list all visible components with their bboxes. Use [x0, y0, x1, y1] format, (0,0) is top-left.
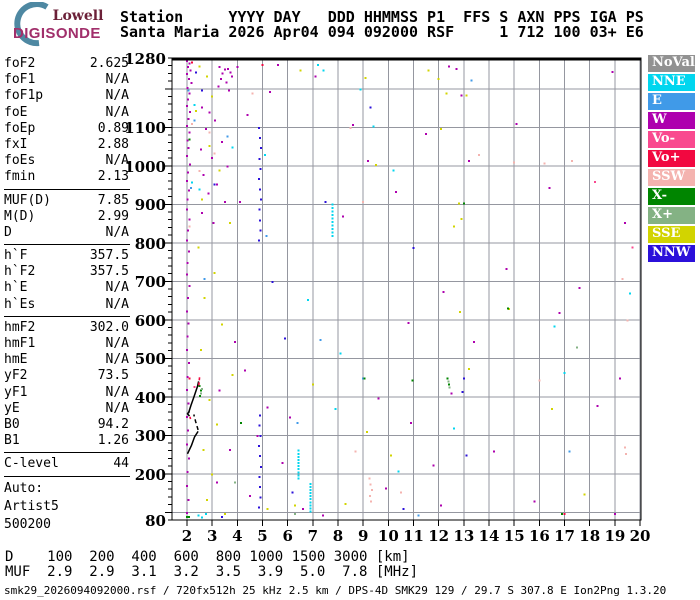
param-label: C-level: [4, 456, 59, 472]
logo-digisonde-text: DIGISONDE: [13, 25, 101, 42]
y-axis-label: 700: [134, 273, 166, 292]
param-row: B1 1.26: [4, 433, 129, 449]
param-label: foF1p: [4, 88, 44, 104]
y-axis-label: 900: [134, 196, 166, 215]
param-label: M(D): [4, 208, 36, 224]
y-axis-label: 500: [134, 350, 166, 369]
param-value: N/A: [105, 296, 129, 312]
param-separator: [4, 315, 130, 317]
param-label: foE: [4, 104, 28, 120]
param-row: foF1p N/A: [4, 88, 129, 104]
param-row: M(D) 2.99: [4, 209, 129, 225]
param-row: fmin 2.13: [4, 169, 129, 185]
param-row: foF1 N/A: [4, 72, 129, 88]
y-axis-label: 1280: [124, 50, 166, 68]
param-row: h`F 357.5: [4, 248, 129, 264]
param-row: h`F2 357.5: [4, 264, 129, 280]
param-row: hmF2 302.0: [4, 320, 129, 336]
echo-type-legend: NoVal NNE E W Vo- Vo+ SSW X- X+ SSE NNW: [648, 55, 695, 264]
param-label: h`F: [4, 248, 28, 264]
param-row: MUF(D) 7.85: [4, 193, 129, 209]
y-axis-label: 800: [134, 234, 166, 253]
param-label: h`Es: [4, 296, 36, 312]
y-axis-label: 400: [134, 388, 166, 407]
param-label: yE: [4, 400, 20, 416]
autoscaling-info-line: Artist5: [4, 498, 59, 514]
y-axis-label: 200: [134, 465, 166, 484]
param-row: yF1 N/A: [4, 385, 129, 401]
param-row: h`E N/A: [4, 280, 129, 296]
gridlines: [172, 58, 641, 520]
param-separator: [4, 452, 130, 454]
legend-item-x-: X-: [648, 188, 695, 205]
param-row: fxI 2.88: [4, 137, 129, 153]
param-row: D N/A: [4, 225, 129, 241]
header-line-2: Santa Maria 2026 Apr04 094 092000 RSF 1 …: [120, 23, 644, 41]
legend-item-ssw: SSW: [648, 169, 695, 186]
legend-item-nne: NNE: [648, 74, 695, 91]
param-label: yF1: [4, 384, 28, 400]
y-axis-label: 300: [134, 427, 166, 446]
param-row: hmF1 N/A: [4, 336, 129, 352]
y-axis-label: 1100: [124, 119, 166, 138]
param-value: 73.5: [97, 368, 129, 384]
param-separator: [4, 475, 130, 477]
legend-item-vo-: Vo-: [648, 131, 695, 148]
y-axis-label: 80: [145, 512, 166, 530]
muf-row: MUF 2.9 2.9 3.1 3.2 3.5 3.9 5.0 7.8 [MHz…: [5, 564, 419, 580]
param-label: yF2: [4, 368, 28, 384]
lowell-digisonde-logo: Lowell DIGISONDE: [4, 2, 118, 48]
param-label: h`F2: [4, 264, 36, 280]
param-row: h`Es N/A: [4, 297, 129, 313]
param-row: foF2 2.625: [4, 56, 129, 72]
param-row: yF2 73.5: [4, 368, 129, 384]
legend-item-vo+: Vo+: [648, 150, 695, 167]
distance-row: D 100 200 400 600 800 1000 1500 3000 [km…: [5, 549, 410, 565]
param-label: foEp: [4, 120, 36, 136]
param-label: D: [4, 224, 12, 240]
x-axis-label: 20: [629, 527, 651, 545]
param-separator: [4, 244, 130, 246]
y-axis-label: 1000: [124, 157, 166, 176]
autoscaling-info-line: 500200: [4, 516, 51, 532]
autoscaled-trace: [186, 376, 201, 455]
param-value: N/A: [105, 72, 129, 88]
param-label: foF2: [4, 56, 36, 71]
param-label: fmin: [4, 169, 36, 185]
param-label: fxI: [4, 136, 28, 152]
param-row: foEp 0.89: [4, 121, 129, 137]
param-label: hmF1: [4, 336, 36, 351]
param-label: B0: [4, 416, 20, 432]
plot-frame: [165, 57, 642, 526]
autoscaling-info-line: Auto:: [4, 480, 44, 496]
param-row: foEs N/A: [4, 153, 129, 169]
legend-item-w: W: [648, 112, 695, 129]
y-axis-label: 600: [134, 311, 166, 330]
parameter-panel: foF2 2.625 foF1 N/A foF1p N/A foE N/A foEp 0.89 fx…: [4, 56, 130, 534]
logo-lowell-text: Lowell: [52, 8, 104, 24]
param-row: yE N/A: [4, 401, 129, 417]
legend-item-e: E: [648, 93, 695, 110]
param-row: C-level 44: [4, 456, 129, 472]
status-line: smk29_2026094092000.rsf / 720fx512h 25 k…: [4, 584, 667, 597]
param-label: foEs: [4, 153, 36, 169]
legend-item-sse: SSE: [648, 226, 695, 243]
param-row: foE N/A: [4, 105, 129, 121]
legend-item-noval: NoVal: [648, 55, 695, 72]
legend-item-x+: X+: [648, 207, 695, 224]
scatter-points: [186, 60, 634, 519]
param-value: 2.88: [97, 136, 129, 152]
param-label: hmE: [4, 352, 28, 368]
param-separator: [4, 188, 130, 190]
param-value: N/A: [105, 88, 129, 104]
param-label: h`E: [4, 280, 28, 296]
param-row: hmE N/A: [4, 352, 129, 368]
param-label: hmF2: [4, 319, 36, 335]
ionogram-plot: [165, 57, 642, 526]
legend-item-nnw: NNW: [648, 245, 695, 262]
param-row: B0 94.2: [4, 417, 129, 433]
param-label: MUF(D): [4, 192, 51, 208]
param-label: foF1: [4, 72, 36, 88]
param-label: B1: [4, 433, 20, 449]
